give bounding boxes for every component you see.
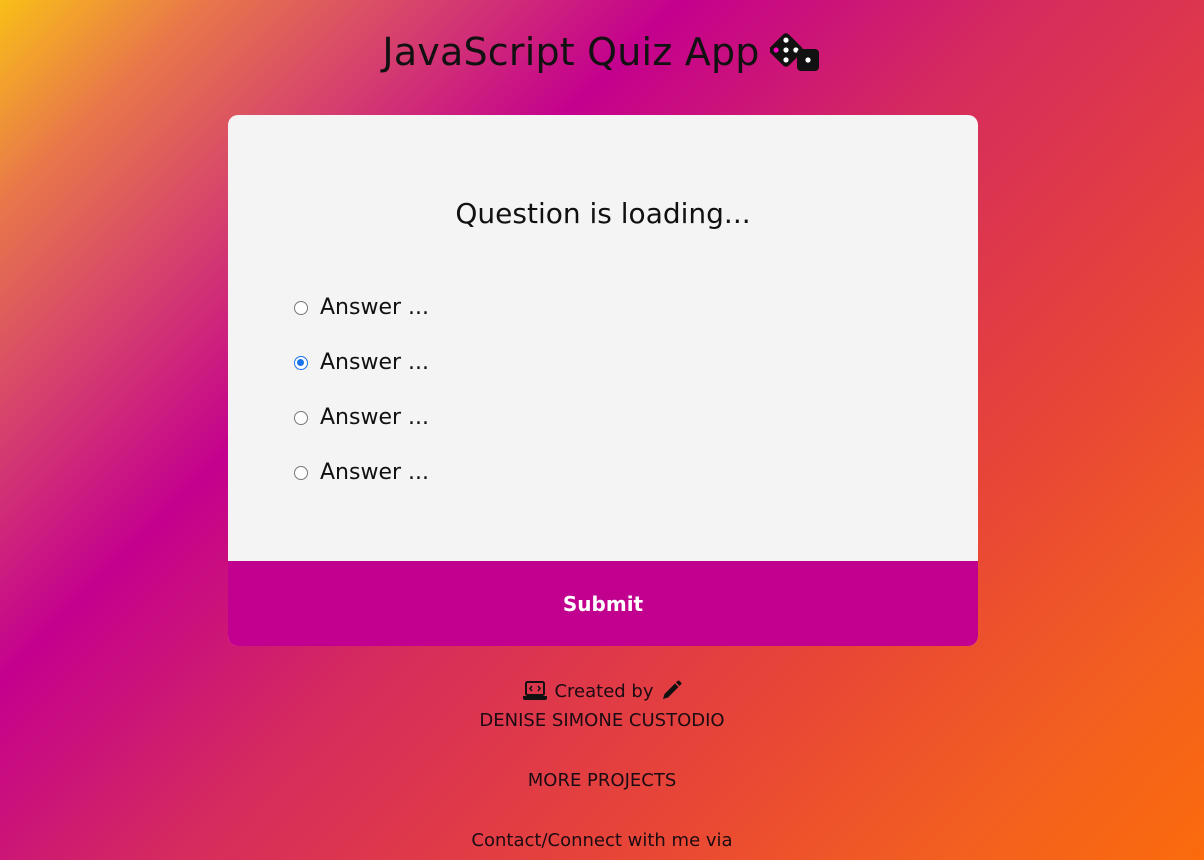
created-by-text: Created by [554,680,654,702]
answer-label[interactable]: Answer ... [320,295,429,320]
answer-option-4[interactable]: Answer ... [294,445,429,500]
contact-text: Contact/Connect with me via [471,830,733,851]
author-link[interactable]: DENISE SIMONE CUSTODIO [0,706,1204,736]
answer-radio[interactable] [294,465,308,480]
laptop-code-icon [523,681,548,700]
answer-radio[interactable] [294,410,308,425]
answer-option-2[interactable]: Answer ... [294,335,429,390]
footer: Created by DENISE SIMONE CUSTODIO MORE P… [0,676,1204,856]
submit-button[interactable]: Submit [228,561,978,646]
answer-radio[interactable] [294,300,308,315]
app-title-text: JavaScript Quiz App [382,30,760,74]
answer-option-3[interactable]: Answer ... [294,390,429,445]
answer-label[interactable]: Answer ... [320,460,429,485]
more-projects-link[interactable]: MORE PROJECTS [0,766,1204,796]
answer-option-1[interactable]: Answer ... [294,280,429,335]
created-by-line: Created by [0,676,1204,706]
answer-label[interactable]: Answer ... [320,350,429,375]
dice-icon [769,33,819,71]
answer-radio[interactable] [294,355,308,370]
pencil-icon [662,680,682,699]
question-text: Question is loading... [455,197,751,230]
quiz-card: Question is loading... Answer ... Answer… [228,115,978,646]
app-title: JavaScript Quiz App [0,30,1204,74]
answer-list: Answer ... Answer ... Answer ... Answer … [294,280,429,500]
answer-label[interactable]: Answer ... [320,405,429,430]
